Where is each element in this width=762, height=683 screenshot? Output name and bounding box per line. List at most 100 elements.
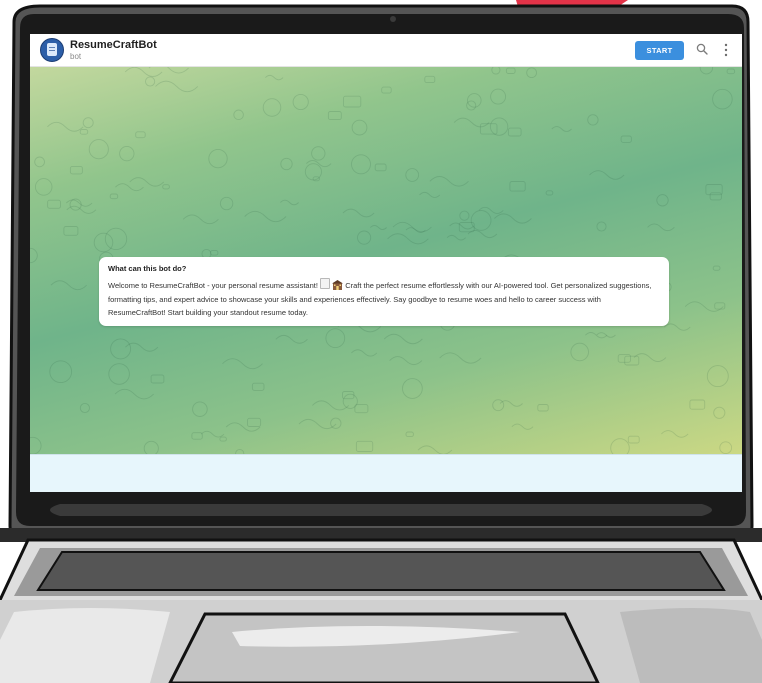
doodle-shape xyxy=(405,168,420,182)
doodle-shape xyxy=(327,111,342,121)
doodle-shape xyxy=(119,145,135,162)
doodle-shape xyxy=(191,432,203,440)
doodle-shape xyxy=(208,148,228,169)
doodle-shape xyxy=(709,192,722,201)
doodle-shape xyxy=(325,328,346,349)
doodle-shape xyxy=(489,117,509,136)
doodle-shape xyxy=(280,199,299,206)
doodle-shape xyxy=(182,214,219,225)
doodle-shape xyxy=(389,356,423,366)
doodle-shape xyxy=(387,233,429,245)
doodle-shape xyxy=(219,436,227,442)
trackpad xyxy=(168,612,600,683)
doodle-shape xyxy=(726,68,736,75)
doodle-shape xyxy=(88,139,109,160)
doodle-shape xyxy=(453,117,490,128)
doodle-shape xyxy=(494,213,532,224)
bot-avatar[interactable] xyxy=(40,38,64,62)
doodle-shape xyxy=(402,378,423,399)
doodle-shape xyxy=(357,230,372,245)
doodle-shape xyxy=(719,441,733,454)
doodle-shape xyxy=(114,388,154,400)
doodle-shape xyxy=(192,401,208,417)
doodle-shape xyxy=(251,382,265,391)
doodle-shape xyxy=(467,93,482,108)
doodle-shape xyxy=(145,76,156,87)
bot-subtitle: bot xyxy=(70,52,82,61)
message-title: What can this bot do? xyxy=(108,264,187,273)
doodle-shape xyxy=(374,163,387,172)
doodle-shape xyxy=(150,374,165,384)
doodle-shape xyxy=(370,225,387,230)
doodle-shape xyxy=(143,440,159,454)
doodle-shape xyxy=(233,109,244,121)
doodle-shape xyxy=(155,80,199,93)
app-window: ResumeCraftBot bot START What can this b… xyxy=(30,34,742,492)
doodle-shape xyxy=(47,199,61,209)
doodle-shape xyxy=(225,422,261,432)
doodle-shape xyxy=(50,280,87,291)
doodle-shape xyxy=(354,404,369,414)
kebab-menu-icon[interactable] xyxy=(723,43,729,57)
office-building-icon xyxy=(332,280,344,290)
doodle-shape xyxy=(280,157,293,171)
webcam-icon xyxy=(390,16,396,22)
doodle-shape xyxy=(656,194,669,207)
doodle-shape xyxy=(108,363,130,385)
doodle-shape xyxy=(262,98,282,117)
doodle-shape xyxy=(200,430,225,438)
doodle-shape xyxy=(351,119,368,136)
doodle-shape xyxy=(104,227,128,251)
doodle-shape xyxy=(470,210,492,231)
start-button[interactable]: START xyxy=(635,41,684,60)
doodle-shape xyxy=(610,438,630,454)
doodle-shape xyxy=(351,154,371,175)
doodle-shape xyxy=(699,67,714,75)
doodle-shape xyxy=(545,190,554,196)
doodle-shape xyxy=(419,191,441,198)
doodle-shape xyxy=(684,301,724,312)
doodle-shape xyxy=(355,440,374,452)
doodle-shape xyxy=(381,86,392,94)
doodle-shape xyxy=(689,399,706,410)
doodle-shape xyxy=(79,129,89,135)
chat-background: What can this bot do? Welcome to ResumeC… xyxy=(30,67,742,454)
doodle-shape xyxy=(449,222,474,230)
doodle-shape xyxy=(247,417,262,427)
doodle-shape xyxy=(311,146,326,161)
doodle-shape xyxy=(210,250,219,256)
doodle-shape xyxy=(383,333,423,345)
doodle-shape xyxy=(292,93,309,111)
bot-description-message: What can this bot do? Welcome to ResumeC… xyxy=(99,257,669,326)
doodle-shape xyxy=(30,247,38,264)
doodle-shape xyxy=(589,170,625,180)
doodle-shape xyxy=(507,127,522,137)
page-facing-up-icon xyxy=(320,278,331,289)
doodle-shape xyxy=(620,135,632,143)
bot-name[interactable]: ResumeCraftBot xyxy=(70,39,157,51)
laptop-scene: ResumeCraftBot bot START What can this b… xyxy=(0,0,762,683)
doodle-shape xyxy=(47,121,84,132)
doodle-shape xyxy=(661,430,689,438)
doodle-shape xyxy=(124,67,163,77)
doodle-shape xyxy=(439,352,482,364)
doodle-shape xyxy=(706,365,729,388)
doodle-shape xyxy=(79,402,90,414)
doodle-shape xyxy=(148,67,189,74)
doodle-shape xyxy=(265,74,284,81)
doodle-shape xyxy=(351,349,378,357)
doodle-shape xyxy=(30,436,42,454)
doodle-shape xyxy=(627,435,640,444)
doodle-shape xyxy=(446,234,466,241)
doodle-shape xyxy=(342,393,358,409)
doodle-shape xyxy=(135,131,146,139)
doodle-shape xyxy=(587,114,599,126)
search-icon[interactable] xyxy=(696,43,708,55)
doodle-shape xyxy=(490,88,507,105)
chat-header: ResumeCraftBot bot START xyxy=(30,34,742,67)
doodle-shape xyxy=(479,123,498,135)
doodle-shape xyxy=(342,208,375,218)
doodle-shape xyxy=(509,181,526,192)
doodle-shape xyxy=(466,100,477,111)
doodle-shape xyxy=(492,399,505,412)
